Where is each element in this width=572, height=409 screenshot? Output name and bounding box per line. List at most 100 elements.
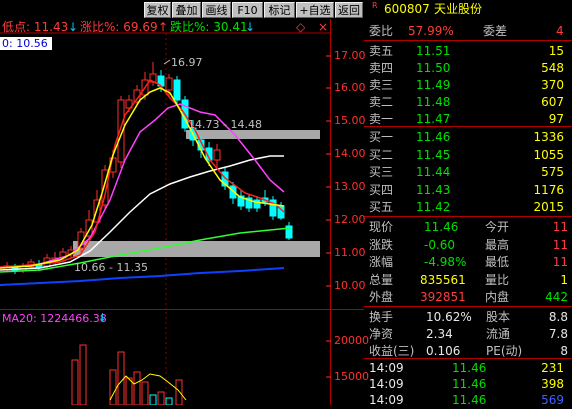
range-band-low <box>73 241 320 257</box>
volume-arrow-icon: ↓ <box>98 311 108 324</box>
tick-volume: 569 <box>541 393 564 407</box>
stat-value: 835561 <box>420 272 466 287</box>
price-tick-label: 13.00 <box>334 180 366 193</box>
buy-volume: 575 <box>541 165 564 179</box>
volume-bar <box>117 351 125 405</box>
candle-body <box>165 77 173 91</box>
stat-label: 涨跌 <box>369 237 394 252</box>
range-low-label: 10.66 - 11.35 <box>74 261 148 274</box>
ma-red-line <box>0 79 285 268</box>
fundamental-value: 2.34 <box>426 327 453 341</box>
stat-label: 内盘 <box>485 290 510 304</box>
fundamental-label: 股本 <box>486 310 511 324</box>
stat-label: 涨幅 <box>369 255 394 269</box>
stat-row: 外盘 392851 内盘 442 <box>364 288 572 306</box>
price-tick-label: 11.00 <box>334 246 366 259</box>
sell-volume: 370 <box>541 78 564 92</box>
price-tick-label: 17.00 <box>334 49 366 62</box>
stat-label: 总量 <box>369 272 394 287</box>
fundamental-value: 7.8 <box>548 327 568 341</box>
buy-level-label: 买四 <box>369 182 394 197</box>
sell-volume: 15 <box>548 44 564 58</box>
volume-bar <box>149 394 157 405</box>
buy-order-row: 买五 11.42 2015 <box>364 198 572 216</box>
buy-volume: 2015 <box>533 200 564 214</box>
price-tick-label: 15.00 <box>334 114 366 127</box>
volume-bar <box>79 344 87 405</box>
buy-volume: 1336 <box>533 130 564 144</box>
sell-order-row: 卖三 11.49 370 <box>364 76 572 94</box>
price-tick-label: 12.00 <box>334 213 366 226</box>
wb-value: 57.99% <box>408 24 454 38</box>
sell-price: 11.49 <box>416 78 451 92</box>
stat-value: 11.46 <box>424 220 459 234</box>
stat-value: 392851 <box>420 290 466 304</box>
buy-volume: 1055 <box>533 147 564 162</box>
stat-label: 最低 <box>485 255 510 269</box>
stat-value: 11 <box>552 255 568 269</box>
fundamental-value: 8.8 <box>548 310 568 324</box>
candle-body <box>213 149 221 161</box>
buy-price: 11.45 <box>416 147 451 162</box>
wc-value: 4 <box>556 24 564 38</box>
sell-price: 11.50 <box>416 61 451 75</box>
sell-volume: 607 <box>541 95 564 109</box>
stat-value: 11 <box>552 220 568 234</box>
sell-order-row: 卖四 11.50 548 <box>364 59 572 77</box>
buy-level-label: 买一 <box>369 130 394 144</box>
volume-bar <box>71 359 79 405</box>
stat-value: 442 <box>545 290 568 304</box>
fundamental-row: 换手 10.62% 股本 8.8 <box>364 308 572 326</box>
sell-level-label: 卖五 <box>369 44 394 58</box>
buy-price: 11.44 <box>416 165 451 179</box>
price-tick-label: 14.00 <box>334 147 366 160</box>
stat-label: 最高 <box>485 237 510 252</box>
volume-bar <box>109 369 117 405</box>
buy-price: 11.43 <box>416 182 451 197</box>
peak-price-label: 16.97 <box>171 56 203 69</box>
stock-name: 天业股份 <box>434 2 483 16</box>
sell-level-label: 卖二 <box>369 95 394 109</box>
wc-label: 委差 <box>483 24 508 38</box>
fundamental-value: 10.62% <box>426 310 472 324</box>
stat-row: 总量 835561 量比 1 <box>364 271 572 289</box>
buy-price: 11.42 <box>416 200 451 214</box>
volume-ma-label: MA20: 1224466.38 <box>2 312 107 325</box>
buy-level-label: 买二 <box>369 147 394 162</box>
stat-label: 量比 <box>485 272 510 287</box>
tick-row: 14:09 11.46 569 <box>364 391 572 409</box>
price-tick-label: 10.00 <box>334 279 366 292</box>
price-tick-label: 16.00 <box>334 81 366 94</box>
volume-bar <box>125 377 133 405</box>
sell-order-row: 卖五 11.51 15 <box>364 42 572 60</box>
stat-row: 涨跌 -0.60 最高 11 <box>364 236 572 254</box>
buy-level-label: 买五 <box>369 200 394 214</box>
stat-label: 今开 <box>485 220 510 234</box>
stat-value: 11 <box>552 237 568 252</box>
buy-order-row: 买二 11.45 1055 <box>364 146 572 164</box>
fundamental-label: 流通 <box>486 327 511 341</box>
stock-header: R 600807 天业股份 <box>364 0 572 18</box>
stat-label: 现价 <box>369 220 394 234</box>
sell-price: 11.51 <box>416 44 451 58</box>
r-badge-icon: R <box>372 1 378 10</box>
stat-label: 外盘 <box>369 290 394 304</box>
order-ratio-row: 委比 57.99% 委差 4 <box>364 22 572 40</box>
buy-order-row: 买一 11.46 1336 <box>364 128 572 146</box>
buy-level-label: 买三 <box>369 165 394 179</box>
wb-label: 委比 <box>369 24 394 38</box>
stat-value: -0.60 <box>424 237 456 252</box>
volume-bar <box>133 371 141 405</box>
fundamental-label: 换手 <box>369 310 394 324</box>
fundamental-label: 净资 <box>369 327 394 341</box>
stat-row: 现价 11.46 今开 11 <box>364 218 572 236</box>
candle-body <box>173 79 181 101</box>
volume-bar <box>165 397 173 405</box>
tick-price: 11.46 <box>452 393 487 407</box>
range-high-label: 14.73 - 14.48 <box>188 118 262 131</box>
sell-order-row: 卖二 11.48 607 <box>364 93 572 111</box>
range-band-high <box>186 130 320 139</box>
sell-volume: 548 <box>541 61 564 75</box>
quote-panel: R 600807 天业股份 委比 57.99% 委差 4 卖五 11.51 15 卖四… <box>364 0 572 407</box>
volume-bar <box>141 381 149 405</box>
